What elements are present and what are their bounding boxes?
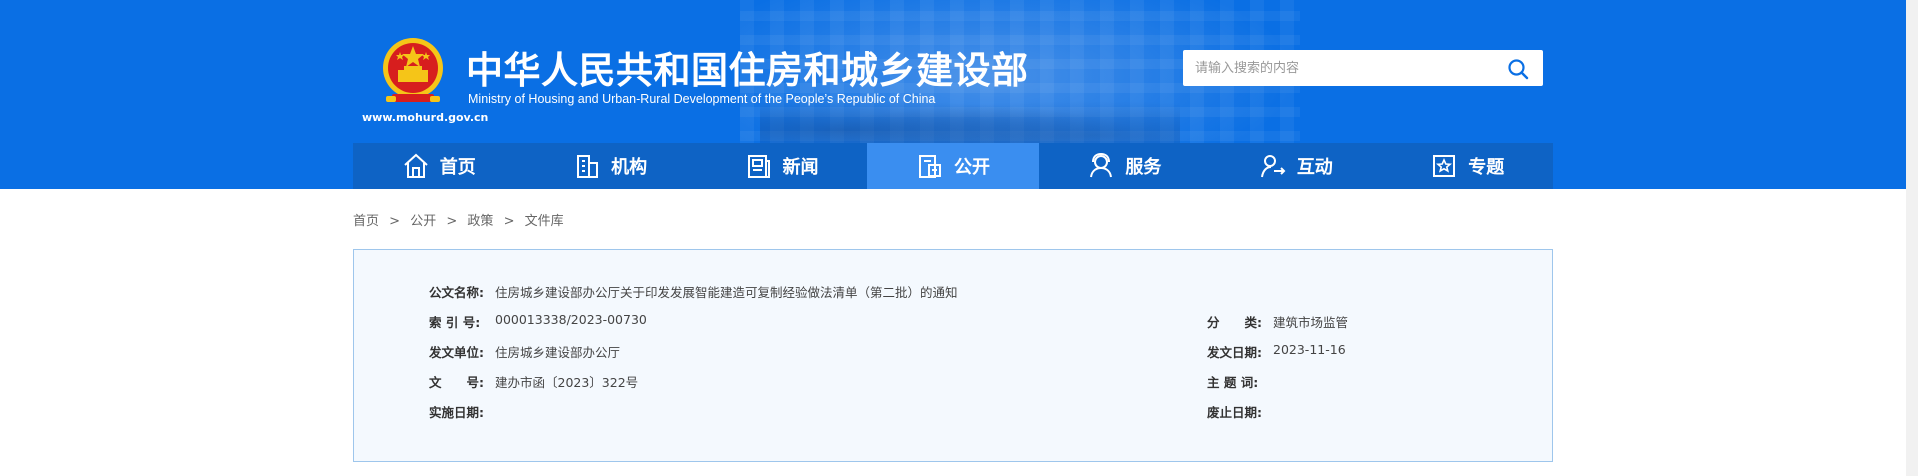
effective-date-row: 实施日期: [429, 402, 495, 421]
search-input[interactable] [1195, 50, 1495, 86]
effective-date-label: 实施日期: [429, 405, 484, 420]
nav-label: 互动 [1296, 157, 1333, 178]
document-icon [918, 155, 941, 178]
subject-row: 主 题 词: [1207, 372, 1273, 391]
issue-date-label: 发文日期: [1207, 345, 1262, 360]
site-header: www.mohurd.gov.cn 中华人民共和国住房和城乡建设部 Minist… [0, 0, 1906, 189]
index-value: 000013338/2023-00730 [495, 312, 647, 327]
nav-item-organization[interactable]: 机构 [524, 143, 695, 189]
interaction-icon [1260, 155, 1286, 178]
national-emblem-icon [383, 38, 443, 102]
doc-name-label: 公文名称: [429, 285, 484, 300]
repeal-date-row: 废止日期: [1207, 402, 1273, 421]
site-title-en: Ministry of Housing and Urban-Rural Deve… [468, 92, 936, 106]
main-nav: 首页 机构 新闻 公开 服务 互动 专题 [353, 143, 1553, 189]
building-icon [577, 155, 599, 178]
category-row: 分 类: 建筑市场监管 [1207, 312, 1348, 331]
home-icon [404, 153, 428, 178]
doc-number-value: 建办市函〔2023〕322号 [495, 375, 639, 390]
nav-label: 服务 [1125, 157, 1162, 178]
news-icon [747, 155, 770, 178]
doc-number-label: 文 号: [429, 375, 484, 390]
doc-name-row: 公文名称: 住房城乡建设部办公厅关于印发发展智能建造可复制经验做法清单（第二批）… [429, 282, 958, 301]
breadcrumb-link-library[interactable]: 文件库 [525, 214, 564, 229]
repeal-date-label: 废止日期: [1207, 405, 1262, 420]
nav-item-home[interactable]: 首页 [353, 143, 524, 189]
nav-label: 首页 [439, 157, 476, 178]
breadcrumb-link-public[interactable]: 公开 [410, 214, 436, 229]
breadcrumb-link-home[interactable]: 首页 [353, 214, 379, 229]
nav-label: 专题 [1468, 157, 1505, 178]
nav-item-topic[interactable]: 专题 [1382, 143, 1553, 189]
nav-label: 公开 [953, 157, 990, 178]
nav-item-public[interactable]: 公开 [867, 143, 1039, 189]
index-row: 索 引 号: 000013338/2023-00730 [429, 312, 647, 331]
category-value: 建筑市场监管 [1273, 315, 1349, 330]
site-title-zh[interactable]: 中华人民共和国住房和城乡建设部 [466, 40, 1029, 94]
nav-label: 新闻 [782, 157, 819, 178]
nav-label: 机构 [611, 157, 648, 178]
document-info-panel: 公文名称: 住房城乡建设部办公厅关于印发发展智能建造可复制经验做法清单（第二批）… [353, 249, 1553, 462]
search-box [1183, 50, 1543, 86]
breadcrumb: 首页 > 公开 > 政策 > 文件库 [353, 210, 564, 229]
issuer-value: 住房城乡建设部办公厅 [495, 345, 621, 360]
site-url: www.mohurd.gov.cn [362, 111, 489, 124]
breadcrumb-separator: > [389, 214, 401, 229]
doc-number-row: 文 号: 建办市函〔2023〕322号 [429, 372, 638, 391]
topic-icon [1433, 155, 1456, 177]
subject-label: 主 题 词: [1207, 375, 1259, 390]
category-label: 分 类: [1207, 315, 1262, 330]
issuer-row: 发文单位: 住房城乡建设部办公厅 [429, 342, 620, 361]
issue-date-row: 发文日期: 2023-11-16 [1207, 342, 1346, 361]
nav-item-service[interactable]: 服务 [1039, 143, 1210, 189]
breadcrumb-separator: > [503, 214, 515, 229]
breadcrumb-link-policy[interactable]: 政策 [467, 214, 493, 229]
page-scrollbar[interactable] [1906, 0, 1918, 476]
service-icon [1090, 152, 1113, 178]
nav-item-news[interactable]: 新闻 [696, 143, 867, 189]
nav-item-interaction[interactable]: 互动 [1210, 143, 1381, 189]
issue-date-value: 2023-11-16 [1273, 342, 1346, 357]
index-label: 索 引 号: [429, 315, 481, 330]
doc-name-value: 住房城乡建设部办公厅关于印发发展智能建造可复制经验做法清单（第二批）的通知 [495, 285, 958, 300]
search-icon[interactable] [1507, 58, 1529, 80]
breadcrumb-separator: > [446, 214, 458, 229]
issuer-label: 发文单位: [429, 345, 484, 360]
